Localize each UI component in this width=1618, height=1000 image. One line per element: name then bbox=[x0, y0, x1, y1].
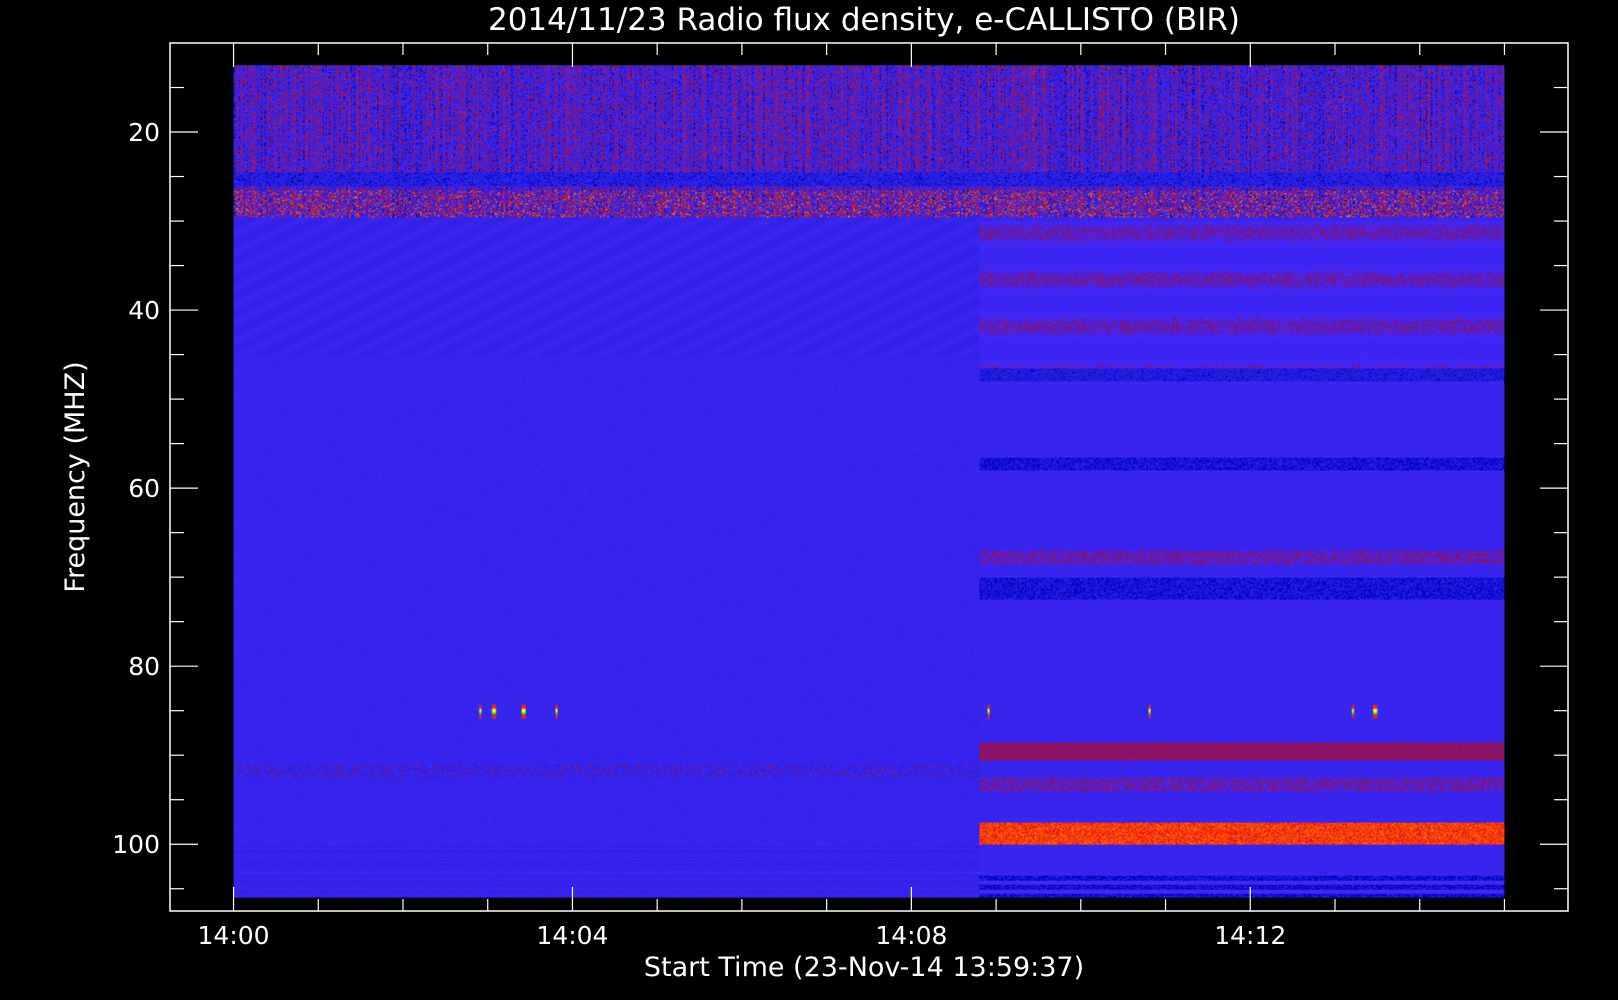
x-axis-label: Start Time (23-Nov-14 13:59:37) bbox=[644, 952, 1084, 983]
y-tick-label: 100 bbox=[112, 830, 160, 859]
y-tick-label: 40 bbox=[128, 296, 160, 325]
x-tick-label: 14:08 bbox=[875, 921, 947, 950]
x-tick-label: 14:04 bbox=[536, 921, 608, 950]
chart-title: 2014/11/23 Radio flux density, e-CALLIST… bbox=[488, 2, 1240, 38]
x-tick-label: 14:12 bbox=[1214, 921, 1286, 950]
x-tick-label: 14:00 bbox=[198, 921, 270, 950]
y-tick-label: 80 bbox=[128, 652, 160, 681]
spectrogram-heatmap bbox=[233, 65, 1505, 898]
y-tick-label: 20 bbox=[128, 118, 160, 147]
y-axis-label: Frequency (MHZ) bbox=[60, 361, 91, 592]
spectrogram-image bbox=[233, 65, 1505, 898]
spectrogram-chart: 14:00 14:04 14:08 14:12 20 40 60 80 100 2014/11/… bbox=[0, 0, 1618, 1000]
y-tick-label: 60 bbox=[128, 474, 160, 503]
